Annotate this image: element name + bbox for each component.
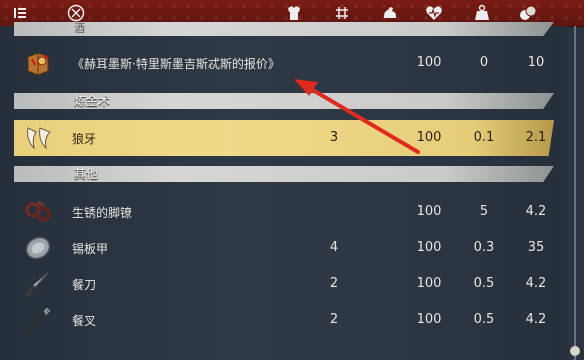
- item-value: 4.2: [525, 276, 547, 291]
- item-name: 餐叉: [72, 314, 97, 328]
- item-condition: 100: [416, 312, 442, 327]
- strength-icon[interactable]: [380, 3, 400, 23]
- item-condition: 100: [416, 204, 442, 219]
- item-count: 2: [329, 276, 339, 291]
- item-weight: 0: [479, 55, 489, 70]
- item-weight: 0.1: [473, 130, 495, 145]
- fork-icon: [24, 306, 52, 334]
- armor-icon[interactable]: [284, 3, 304, 23]
- item-count: 4: [329, 240, 339, 255]
- item-name: 锡板甲: [72, 242, 109, 256]
- scrollbar-thumb[interactable]: [570, 346, 580, 356]
- item-count: 3: [329, 130, 339, 145]
- item-name: 生锈的脚镣: [72, 206, 133, 220]
- scrollbar[interactable]: [570, 26, 580, 360]
- item-value: 10: [527, 55, 545, 70]
- scrollbar-track: [574, 26, 576, 360]
- hp-icon[interactable]: [424, 3, 444, 23]
- section-label-wine: 酒: [74, 22, 85, 35]
- value-icon[interactable]: [518, 3, 538, 23]
- fang-icon: [24, 124, 52, 152]
- item-condition: 100: [416, 130, 442, 145]
- item-value: 4.2: [525, 204, 547, 219]
- section-header-wine: [14, 22, 554, 36]
- item-value: 35: [527, 240, 545, 255]
- shackles-icon: [24, 198, 52, 226]
- tin-plate-icon: [24, 234, 52, 262]
- item-value: 4.2: [525, 312, 547, 327]
- book-icon: [24, 49, 52, 77]
- item-count: 2: [329, 312, 339, 327]
- section-label-alchemy: 炼金术: [74, 94, 111, 108]
- list-item[interactable]: 锡板甲 4 100 0.3 35: [14, 230, 554, 266]
- item-name: 《赫耳墨斯·特里斯墨吉斯忒斯的报价》: [72, 57, 280, 71]
- knife-icon: [24, 270, 52, 298]
- menu-icon[interactable]: [10, 3, 30, 23]
- item-weight: 0.3: [473, 240, 495, 255]
- count-icon[interactable]: [332, 3, 352, 23]
- list-item-selected[interactable]: 狼牙 3 100 0.1 2.1: [14, 120, 554, 156]
- item-condition: 100: [416, 240, 442, 255]
- weight-icon[interactable]: [472, 3, 492, 23]
- section-label-other: 其他: [74, 167, 99, 181]
- item-weight: 0.5: [473, 312, 495, 327]
- list-item[interactable]: 生锈的脚镣 100 5 4.2: [14, 194, 554, 230]
- list-item[interactable]: 《赫耳墨斯·特里斯墨吉斯忒斯的报价》 100 0 10: [14, 45, 554, 81]
- list-item[interactable]: 餐刀 2 100 0.5 4.2: [14, 266, 554, 302]
- item-weight: 5: [479, 204, 489, 219]
- item-condition: 100: [416, 276, 442, 291]
- item-name: 狼牙: [72, 132, 97, 146]
- item-weight: 0.5: [473, 276, 495, 291]
- list-item[interactable]: 餐叉 2 100 0.5 4.2: [14, 302, 554, 338]
- item-name: 餐刀: [72, 278, 97, 292]
- item-condition: 100: [416, 55, 442, 70]
